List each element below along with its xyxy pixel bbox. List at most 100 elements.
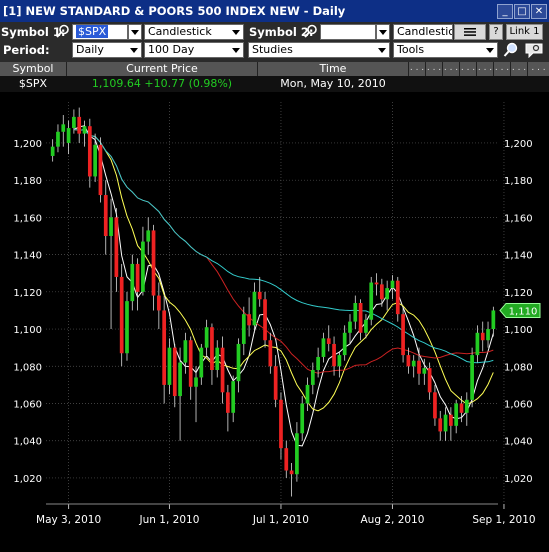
candle-body [87,126,92,177]
candle-body [310,370,315,385]
tools-select[interactable]: Tools [393,42,498,58]
quote-time: Mon, May 10, 2010 [280,77,386,90]
chart-type2-value: Candlestick [397,25,452,38]
candle-body [364,319,368,333]
chart-svg: 1,020 1,020 1,040 1,040 1,060 1,060 1,080 1,080… [0,92,549,549]
candle-body [438,418,443,432]
candle-body [141,241,145,292]
candle-body [114,217,119,277]
y-tick-label-right: 1,120 [504,288,533,299]
candle-body [332,343,336,367]
quote-header-symbol[interactable]: Symbol [0,62,67,76]
period-select[interactable]: Daily [72,42,142,58]
quote-col-extra[interactable]: . . . [443,62,460,76]
y-tick-label-left: 1,120 [13,288,42,299]
y-tick-label-left: 1,060 [13,400,42,411]
candle-body [236,343,241,382]
maximize-button[interactable]: □ [514,4,530,19]
candle-body [72,116,76,129]
candle-body [247,314,251,326]
chart-window: [1] NEW STANDARD & POORS 500 INDEX NEW -… [0,0,549,549]
candle-body [342,332,347,356]
candle-body [406,355,411,367]
y-tick-label-right: 1,040 [504,437,533,448]
symbol1-input[interactable]: $SPX [72,24,128,40]
chevron-down-icon [229,25,243,39]
quote-col-extra[interactable]: . . . [426,62,443,76]
candle-body [119,276,124,354]
chart-type1-select[interactable]: Candlestick [144,24,244,40]
menu-button[interactable] [454,24,486,40]
candle-body [61,124,66,132]
help-button[interactable]: ? [489,24,503,40]
symbol1-dropdown-button[interactable] [128,24,142,40]
candle-body [135,263,140,292]
studies-select[interactable]: Studies [248,42,390,58]
symbol1-search-icon[interactable] [56,24,70,39]
candle-body [401,314,405,356]
symbol2-dropdown-button[interactable] [376,24,390,40]
quote-col-extra[interactable]: . . . [511,62,528,76]
candle-body [491,310,496,330]
candle-body [215,347,220,370]
quote-col-extra[interactable]: . . . [494,62,511,76]
chevron-down-icon [127,43,141,57]
candle-body [427,368,432,393]
candle-body [454,403,459,426]
chart-background [0,92,549,549]
candle-body [210,327,214,370]
y-tick-label-left: 1,100 [13,325,42,336]
minimize-button[interactable]: _ [497,4,513,19]
range-select[interactable]: 100 Day [144,42,244,58]
price-chart[interactable]: 1,020 1,020 1,040 1,040 1,060 1,060 1,080 1,080… [0,92,549,549]
chart-type2-select[interactable]: Candlestick [393,24,453,40]
candle-body [411,360,416,367]
zoom-icon[interactable] [503,42,519,58]
candle-body [252,291,257,326]
title-bar[interactable]: [1] NEW STANDARD & POORS 500 INDEX NEW -… [0,0,549,23]
menu-lines-icon [464,28,476,36]
candle-body [66,128,71,143]
y-tick-label-left: 1,140 [13,251,42,262]
candle-body [433,392,437,419]
candle-body [130,263,135,302]
quote-col-extra[interactable]: . . . [477,62,494,76]
y-tick-label-left: 1,020 [13,474,42,485]
symbol2-input[interactable] [320,24,376,40]
candle-body [241,314,246,344]
candle-body [369,282,374,320]
link-button[interactable]: Link 1 [506,24,543,40]
y-tick-label-left: 1,160 [13,213,42,224]
candle-body [273,366,278,400]
x-tick-label: May 3, 2010 [36,514,101,526]
chevron-down-icon [375,43,389,57]
y-tick-label-left: 1,200 [13,139,42,150]
candle-body [183,340,188,363]
chart-type1-value: Candlestick [148,25,212,38]
toolbar: Symbol 1: $SPX Candlestick Symbol 2: Can… [0,22,549,62]
quote-col-extra[interactable]: . . . [528,62,549,76]
quote-price: 1,109.64 +10.77 (0.98%) [91,77,233,90]
candle-body [56,131,60,147]
candle-body [279,399,283,449]
candle-body [395,280,400,315]
quote-col-extra[interactable]: . . . [460,62,477,76]
candle-body [109,217,113,236]
quote-header-time[interactable]: Time [258,62,409,76]
studies-value: Studies [252,43,293,56]
quote-col-extra[interactable]: . . . [409,62,426,76]
y-tick-label-left: 1,040 [13,437,42,448]
candle-body [443,414,448,432]
y-tick-label-left: 1,080 [13,362,42,373]
y-tick-label-right: 1,020 [504,474,533,485]
candle-body [263,299,267,341]
speech-bubble-icon[interactable] [524,42,544,58]
symbol2-search-icon[interactable] [304,24,318,39]
candle-body [295,433,299,475]
close-button[interactable]: ✕ [531,4,547,19]
candle-body [151,230,156,296]
candle-body [348,321,352,333]
candle-body [289,470,294,475]
candle-body [103,195,108,236]
quote-header-price[interactable]: Current Price [67,62,258,76]
